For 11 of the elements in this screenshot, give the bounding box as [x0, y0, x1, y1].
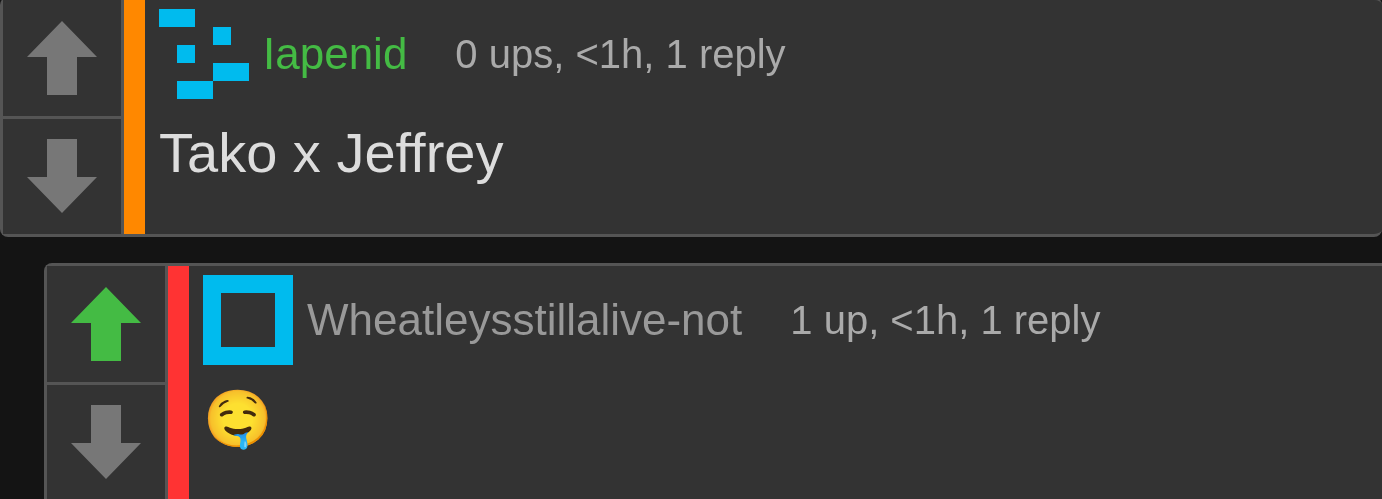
comment-text: 🤤: [203, 386, 274, 452]
comment-meta: 0 ups, <1h, 1 reply: [455, 31, 786, 77]
down-arrow-icon: [27, 139, 97, 214]
up-arrow-icon: [71, 286, 141, 361]
username[interactable]: Wheatleysstillalive-not: [307, 295, 743, 345]
up-arrow-icon: [27, 20, 97, 95]
downvote-button[interactable]: [3, 115, 121, 234]
down-arrow-icon: [71, 405, 141, 480]
comment-text: Tako x Jeffrey: [159, 120, 505, 185]
username[interactable]: Iapenid: [263, 29, 408, 79]
comment-meta: 1 up, <1h, 1 reply: [790, 297, 1101, 343]
